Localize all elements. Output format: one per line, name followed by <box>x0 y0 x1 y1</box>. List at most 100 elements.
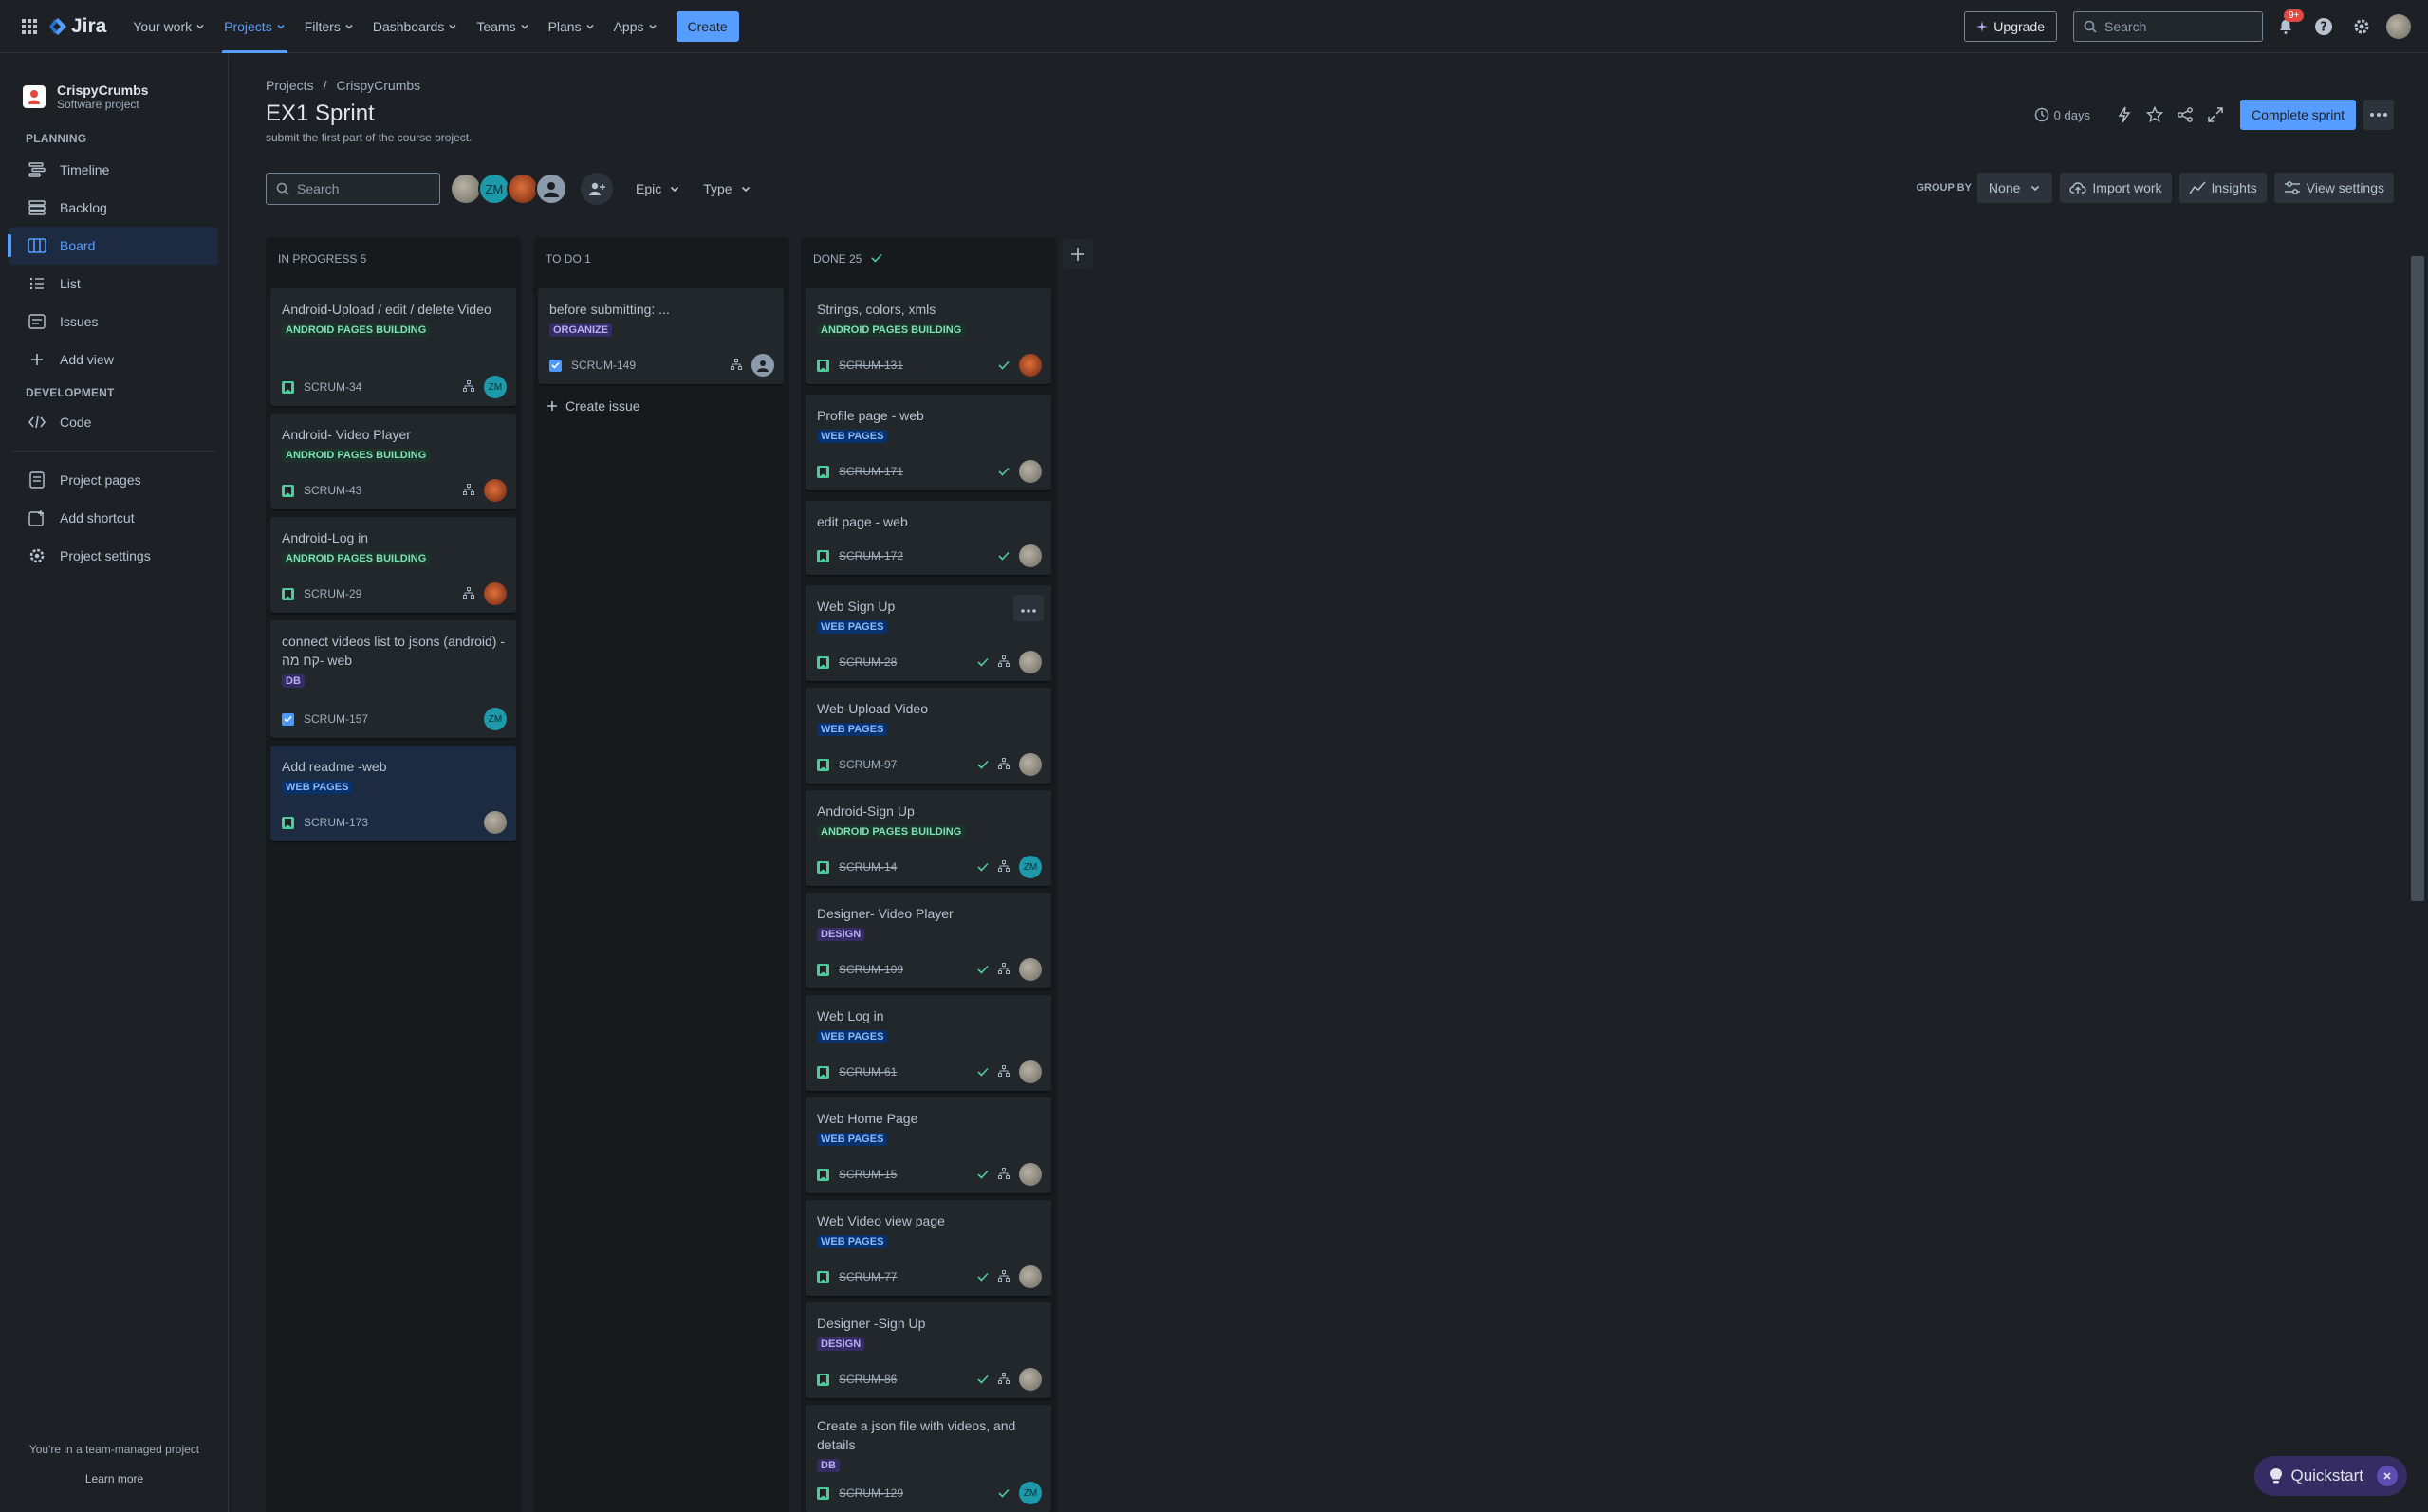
assignee-avatar[interactable] <box>1019 1163 1042 1186</box>
nav-projects[interactable]: Projects <box>214 0 295 53</box>
issue-card[interactable]: Android-Sign Up ANDROID PAGES BUILDING SCR… <box>806 790 1051 886</box>
issue-card[interactable]: before submitting: ... ORGANIZE SCRUM-14… <box>538 288 784 384</box>
nav-filters[interactable]: Filters <box>295 0 363 53</box>
nav-label: Projects <box>224 18 272 34</box>
profile-avatar[interactable] <box>2386 14 2411 39</box>
sidebar-item-project-pages[interactable]: Project pages <box>0 461 228 499</box>
sidebar-item-timeline[interactable]: Timeline <box>0 151 228 189</box>
avatar[interactable] <box>450 173 482 205</box>
import-work-button[interactable]: Import work <box>2060 173 2172 203</box>
issue-card[interactable]: Designer -Sign Up DESIGN SCRUM-86 <box>806 1302 1051 1398</box>
issue-card[interactable]: Web Sign Up WEB PAGES SCRUM-28 <box>806 585 1051 681</box>
issue-key: SCRUM-15 <box>839 1168 898 1181</box>
app-switcher-button[interactable] <box>16 13 43 40</box>
help-button[interactable]: ? <box>2308 11 2339 42</box>
issue-card[interactable]: Web-Upload Video WEB PAGES SCRUM-97 <box>806 688 1051 784</box>
board-search-input[interactable]: Search <box>266 173 440 205</box>
subtasks-icon <box>463 483 474 498</box>
insights-button[interactable]: Insights <box>2178 173 2267 203</box>
sidebar-item-code[interactable]: Code <box>0 403 228 441</box>
issue-card[interactable]: Strings, colors, xmls ANDROID PAGES BUILD… <box>806 288 1051 384</box>
assignee-avatar[interactable]: ZM <box>1019 856 1042 878</box>
epic-lozenge: DESIGN <box>817 1337 865 1351</box>
nav-apps[interactable]: Apps <box>604 0 667 53</box>
upgrade-button[interactable]: Upgrade <box>1964 11 2057 42</box>
avatar[interactable] <box>535 173 567 205</box>
notifications-button[interactable]: 9+ <box>2270 9 2305 42</box>
assignee-avatar[interactable] <box>1019 460 1042 483</box>
nav-dashboards[interactable]: Dashboards <box>363 0 468 53</box>
assignee-avatar[interactable] <box>484 582 507 605</box>
avatar[interactable]: ZM <box>478 173 510 205</box>
issue-card[interactable]: Profile page - web WEB PAGES SCRUM-171 <box>806 395 1051 490</box>
star-button[interactable] <box>2140 100 2170 130</box>
issue-card[interactable]: Android-Upload / edit / delete Video AND… <box>270 288 516 406</box>
create-issue-button[interactable]: Create issue <box>547 398 640 414</box>
issue-card[interactable]: Designer- Video Player DESIGN SCRUM-109 <box>806 893 1051 988</box>
issue-card[interactable]: Add readme -web WEB PAGES SCRUM-173 <box>270 746 516 841</box>
sidebar-item-board[interactable]: Board <box>8 227 218 265</box>
nav-your-work[interactable]: Your work <box>123 0 214 53</box>
issue-card[interactable]: Create a json file with videos, and deta… <box>806 1405 1051 1512</box>
nav-teams[interactable]: Teams <box>467 0 538 53</box>
type-filter[interactable]: Type <box>703 181 751 196</box>
breadcrumb-project[interactable]: CrispyCrumbs <box>336 78 420 93</box>
assignee-avatar[interactable] <box>1019 1060 1042 1083</box>
unassigned-avatar[interactable] <box>751 354 774 377</box>
automation-button[interactable] <box>2109 100 2140 130</box>
sidebar-item-backlog[interactable]: Backlog <box>0 189 228 227</box>
close-icon[interactable] <box>2377 1466 2398 1486</box>
add-view-button[interactable]: Add view <box>0 341 228 378</box>
jira-logo[interactable]: Jira <box>48 15 106 38</box>
create-issue-label: Create issue <box>565 398 640 414</box>
scrollbar-thumb[interactable] <box>2411 256 2424 901</box>
card-more-button[interactable] <box>1013 595 1044 621</box>
breadcrumb-projects[interactable]: Projects <box>266 78 314 93</box>
assignee-avatar[interactable] <box>1019 753 1042 776</box>
issue-card[interactable]: Web Home Page WEB PAGES SCRUM-15 <box>806 1097 1051 1193</box>
assignee-avatar[interactable] <box>1019 1265 1042 1288</box>
sidebar-item-project-settings[interactable]: Project settings <box>0 537 228 575</box>
assignee-avatar[interactable] <box>1019 958 1042 981</box>
issue-card[interactable]: edit page - web SCRUM-172 <box>806 501 1051 575</box>
sidebar-item-list[interactable]: List <box>0 265 228 303</box>
epic-lozenge: ANDROID PAGES BUILDING <box>282 449 431 462</box>
project-avatar <box>23 85 46 108</box>
assignee-avatar[interactable]: ZM <box>484 708 507 730</box>
add-people-button[interactable] <box>581 173 613 205</box>
avatar[interactable] <box>507 173 539 205</box>
assignee-avatar[interactable]: ZM <box>484 376 507 398</box>
issue-card[interactable]: Web Log in WEB PAGES SCRUM-61 <box>806 995 1051 1091</box>
assignee-avatar[interactable] <box>484 811 507 834</box>
assignee-avatar[interactable]: ZM <box>1019 1482 1042 1504</box>
issue-card[interactable]: Web Video view page WEB PAGES SCRUM-77 <box>806 1200 1051 1296</box>
assignee-avatar[interactable] <box>1019 354 1042 377</box>
sidebar-item-add-shortcut[interactable]: Add shortcut <box>0 499 228 537</box>
quickstart-button[interactable]: Quickstart <box>2254 1456 2407 1496</box>
learn-more-link[interactable]: Learn more <box>0 1472 229 1485</box>
issue-card[interactable]: connect videos list to jsons (android) -… <box>270 620 516 738</box>
subtasks-icon <box>998 1269 1010 1284</box>
assignee-avatar[interactable] <box>1019 1368 1042 1391</box>
nav-plans[interactable]: Plans <box>539 0 604 53</box>
assignee-avatar[interactable] <box>1019 544 1042 567</box>
board-icon <box>27 238 47 253</box>
share-button[interactable] <box>2170 100 2200 130</box>
settings-button[interactable] <box>2346 11 2377 42</box>
assignee-avatar[interactable] <box>484 479 507 502</box>
vertical-scrollbar[interactable] <box>2407 237 2428 1512</box>
add-column-button[interactable] <box>1063 239 1093 269</box>
project-header[interactable]: CrispyCrumbs Software project <box>0 54 228 111</box>
sidebar-item-issues[interactable]: Issues <box>0 303 228 341</box>
view-settings-button[interactable]: View settings <box>2273 173 2394 203</box>
fullscreen-button[interactable] <box>2200 100 2231 130</box>
more-actions-button[interactable] <box>2363 100 2394 130</box>
global-search-input[interactable]: Search <box>2073 11 2263 42</box>
group-by-select[interactable]: None <box>1976 173 2053 203</box>
issue-card[interactable]: Android-Log in ANDROID PAGES BUILDING SC… <box>270 517 516 613</box>
complete-sprint-button[interactable]: Complete sprint <box>2239 100 2356 130</box>
create-button[interactable]: Create <box>676 10 739 42</box>
assignee-avatar[interactable] <box>1019 651 1042 673</box>
issue-card[interactable]: Android- Video Player ANDROID PAGES BUIL… <box>270 414 516 509</box>
epic-filter[interactable]: Epic <box>636 181 680 196</box>
